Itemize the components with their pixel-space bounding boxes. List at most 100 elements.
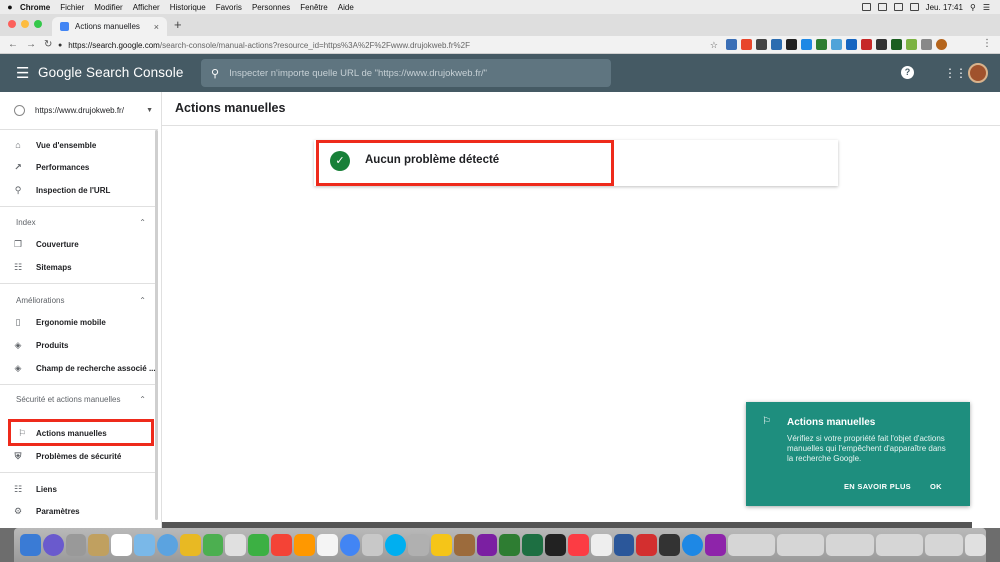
skype-icon[interactable] <box>385 534 407 556</box>
extension-icon[interactable] <box>906 39 917 50</box>
preview-icon[interactable] <box>134 534 155 556</box>
sidebar-item-sitemaps[interactable]: ☷ Sitemaps <box>0 256 158 278</box>
dock-minimized-window[interactable] <box>727 534 776 556</box>
account-avatar[interactable] <box>968 63 988 83</box>
sidebar-item-vue-ensemble[interactable]: ⌂ Vue d'ensemble <box>0 134 158 156</box>
chevron-up-icon[interactable]: ⌃ <box>139 295 146 306</box>
word-icon[interactable] <box>613 534 635 556</box>
menu-fenetre[interactable]: Fenêtre <box>300 3 328 12</box>
sidebar-item-problemes-securite[interactable]: ⛨ Problèmes de sécurité <box>0 445 158 467</box>
sync-icon[interactable] <box>877 3 887 11</box>
siri-icon[interactable] <box>42 534 64 556</box>
trash-icon[interactable] <box>964 534 986 556</box>
extension-icon[interactable] <box>861 39 872 50</box>
extension-icon[interactable] <box>891 39 902 50</box>
sidebar-item-parametres[interactable]: ⚙ Paramètres <box>0 500 158 522</box>
sidebar-scrollbar[interactable] <box>155 130 158 520</box>
help-icon[interactable] <box>362 534 384 556</box>
apple-menu-icon[interactable]: ● <box>0 2 20 12</box>
safari-icon[interactable] <box>682 534 703 556</box>
music-icon[interactable] <box>567 534 589 556</box>
address-bar[interactable]: ● https://search.google.com/search-conso… <box>58 38 718 52</box>
dock-minimized-window[interactable] <box>826 534 874 556</box>
menu-afficher[interactable]: Afficher <box>133 3 160 12</box>
wifi-icon[interactable] <box>893 3 903 11</box>
photos-icon[interactable] <box>225 534 247 556</box>
url-inspection-search[interactable]: ⚲ <box>201 59 611 87</box>
chevron-up-icon[interactable]: ⌃ <box>139 217 146 228</box>
app-icon[interactable] <box>430 534 452 556</box>
app-icon[interactable] <box>271 534 292 556</box>
menu-favoris[interactable]: Favoris <box>216 3 242 12</box>
podcast-icon[interactable] <box>704 534 726 556</box>
app-icon[interactable] <box>453 534 475 556</box>
extension-icon[interactable] <box>846 39 857 50</box>
extension-icon[interactable] <box>786 39 797 50</box>
sidebar-item-liens[interactable]: ☷ Liens <box>0 478 158 500</box>
extension-icon[interactable] <box>831 39 842 50</box>
sidebar-item-couverture[interactable]: ❐ Couverture <box>0 233 158 255</box>
sidebar-item-produits[interactable]: ◈ Produits <box>0 334 158 356</box>
property-selector[interactable]: https://www.drujokweb.fr/ ▼ <box>10 98 155 122</box>
reload-icon[interactable]: ↻ <box>44 39 52 50</box>
terminal-icon[interactable] <box>545 534 566 556</box>
numbers-icon[interactable] <box>202 534 224 556</box>
sidebar-item-inspection-url[interactable]: ⚲ Inspection de l'URL <box>0 179 158 201</box>
battery-icon[interactable] <box>909 3 919 11</box>
sidebar-item-champ-recherche[interactable]: ◈ Champ de recherche associé ... <box>0 357 158 379</box>
dock-minimized-window[interactable] <box>875 534 924 556</box>
chrome-menu-icon[interactable]: ⋮ <box>982 38 992 49</box>
dock-minimized-window[interactable] <box>777 534 825 556</box>
menu-chrome[interactable]: Chrome <box>20 3 50 12</box>
tab-close-icon[interactable]: × <box>154 22 159 32</box>
notification-center-icon[interactable]: ☰ <box>983 3 990 12</box>
bookmark-star-icon[interactable]: ☆ <box>710 40 718 51</box>
section-index[interactable]: Index ⌃ <box>16 217 146 228</box>
screen-icon[interactable] <box>861 3 871 11</box>
app-icon[interactable] <box>476 534 498 556</box>
sidebar-item-performances[interactable]: ↗ Performances <box>0 156 158 178</box>
app-icon[interactable] <box>316 534 338 556</box>
section-ameliorations[interactable]: Améliorations ⌃ <box>16 295 146 306</box>
hamburger-menu-icon[interactable]: ☰ <box>16 64 29 82</box>
extension-icon[interactable] <box>756 39 767 50</box>
extension-icon[interactable] <box>921 39 932 50</box>
menu-fichier[interactable]: Fichier <box>60 3 84 12</box>
extension-icon[interactable] <box>771 39 782 50</box>
chevron-up-icon[interactable]: ⌃ <box>139 394 146 405</box>
forward-icon[interactable]: → <box>26 39 36 50</box>
new-tab-button[interactable]: + <box>174 17 182 32</box>
sidebar-item-ergonomie-mobile[interactable]: ▯ Ergonomie mobile <box>0 311 158 333</box>
zoom-window-icon[interactable] <box>34 20 42 28</box>
app-icon[interactable] <box>590 534 612 556</box>
extension-icon[interactable] <box>816 39 827 50</box>
back-icon[interactable]: ← <box>8 39 18 50</box>
messages-icon[interactable] <box>156 534 178 556</box>
excel-icon[interactable] <box>522 534 544 556</box>
minimize-window-icon[interactable] <box>21 20 29 28</box>
menu-aide[interactable]: Aide <box>338 3 354 12</box>
app-icon[interactable] <box>179 534 201 556</box>
learn-more-button[interactable]: EN SAVOIR PLUS <box>844 482 911 491</box>
books-icon[interactable] <box>293 534 315 556</box>
extension-icon[interactable] <box>741 39 752 50</box>
finder-icon[interactable] <box>20 534 41 556</box>
chrome-icon[interactable] <box>339 534 361 556</box>
spotlight-icon[interactable]: ⚲ <box>970 3 976 12</box>
profile-avatar-icon[interactable] <box>936 39 947 50</box>
clock[interactable]: Jeu. 17:41 <box>926 3 963 12</box>
menu-modifier[interactable]: Modifier <box>94 3 122 12</box>
app-icon[interactable] <box>408 534 429 556</box>
extension-icon[interactable] <box>876 39 887 50</box>
extension-icon[interactable] <box>801 39 812 50</box>
help-icon[interactable]: ? <box>901 66 914 79</box>
menu-personnes[interactable]: Personnes <box>252 3 290 12</box>
browser-tab-active[interactable]: Actions manuelles × <box>52 17 167 36</box>
dock-minimized-window[interactable] <box>925 534 963 556</box>
calendar-icon[interactable] <box>111 534 133 556</box>
app-icon[interactable] <box>88 534 110 556</box>
menu-historique[interactable]: Historique <box>170 3 206 12</box>
facetime-icon[interactable] <box>248 534 270 556</box>
close-window-icon[interactable] <box>8 20 16 28</box>
app-icon[interactable] <box>499 534 521 556</box>
